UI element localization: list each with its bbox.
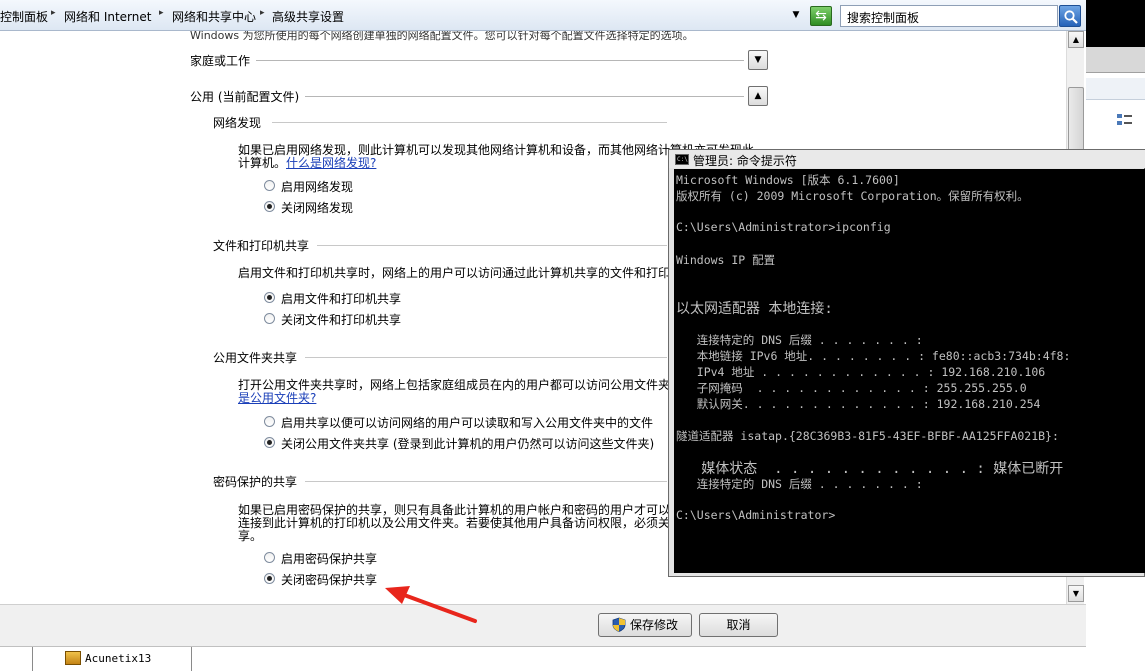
divider	[190, 60, 744, 61]
section-desc-public-folder-sharing: 打开公用文件夹共享时，网络上包括家庭组成员在内的用户都可以访问公用文件夹中的文件…	[238, 379, 730, 405]
cmd-icon: C:\	[675, 154, 689, 165]
console-line: 媒体状态 . . . . . . . . . . . . : 媒体已断开	[676, 461, 1064, 477]
uac-shield-icon	[612, 617, 626, 632]
radio-button[interactable]	[264, 416, 275, 427]
radio-label: 启用密码保护共享	[281, 552, 378, 566]
chevron-right-icon[interactable]: ▸	[159, 8, 164, 18]
chevron-right-icon[interactable]: ▸	[260, 8, 265, 18]
divider	[305, 357, 667, 358]
group-public[interactable]: 公用 (当前配置文件) ▲	[190, 86, 770, 107]
breadcrumb-network-sharing-center[interactable]: 网络和共享中心	[172, 8, 256, 25]
radio-label: 关闭密码保护共享	[281, 573, 378, 587]
view-options-icon[interactable]	[1116, 112, 1134, 128]
console-line: 隧道适配器 isatap.{28C369B3-81F5-43EF-BFBF-AA…	[676, 429, 1059, 443]
chevron-up-icon: ▲	[754, 91, 762, 101]
group-home-work[interactable]: 家庭或工作 ▼	[190, 50, 770, 71]
refresh-button[interactable]: ⇆	[810, 6, 832, 26]
console-line: IPv4 地址 . . . . . . . . . . . . : 192.16…	[676, 365, 1046, 379]
console-line: 本地链接 IPv6 地址. . . . . . . . : fe80::acb3…	[676, 349, 1071, 363]
breadcrumb-advanced-sharing[interactable]: 高级共享设置	[272, 8, 344, 25]
radio-button-checked[interactable]	[264, 573, 275, 584]
desc-line: 启用文件和打印机共享时，网络上的用户可以访问通过此计算机共享的文件和打印机。	[238, 266, 695, 280]
radio-button[interactable]	[264, 313, 275, 324]
what-is-public-folder-link[interactable]: 是公用文件夹?	[238, 391, 316, 405]
radio-button-checked[interactable]	[264, 201, 275, 212]
background-toolbar	[1086, 78, 1145, 100]
radio-label: 启用共享以便可以访问网络的用户可以读取和写入公用文件夹中的文件	[281, 416, 654, 430]
address-bar: 控制面板 ▸ 网络和 Internet ▸ 网络和共享中心 ▸ 高级共享设置 ▼…	[0, 0, 1086, 31]
desc-text: 计算机。	[238, 156, 287, 170]
scroll-down-button[interactable]: ▼	[1068, 585, 1084, 602]
console-line: Microsoft Windows [版本 6.1.7600]	[676, 173, 900, 187]
annotation-arrow-icon	[385, 586, 477, 623]
save-changes-button[interactable]: 保存修改	[598, 613, 692, 637]
search-input[interactable]: 搜索控制面板	[840, 5, 1058, 27]
group-title-public: 公用 (当前配置文件)	[190, 88, 306, 105]
background-toolbar	[1086, 47, 1145, 73]
section-title-public-folder-sharing: 公用文件夹共享	[213, 351, 298, 365]
taskbar-item-acunetix[interactable]: Acunetix13	[32, 647, 192, 671]
chevron-down-icon: ▼	[754, 55, 762, 65]
chevron-down-icon: ▼	[1072, 589, 1080, 598]
refresh-icon: ⇆	[815, 8, 827, 24]
console-line: 默认网关. . . . . . . . . . . . . : 192.168.…	[676, 397, 1041, 411]
command-prompt-window: C:\ 管理员: 命令提示符 Microsoft Windows [版本 6.1…	[668, 149, 1145, 577]
chevron-up-icon: ▲	[1072, 35, 1080, 44]
cmd-console[interactable]: Microsoft Windows [版本 6.1.7600] 版权所有 (c)…	[674, 169, 1145, 573]
console-line: 子网掩码 . . . . . . . . . . . . : 255.255.2…	[676, 381, 1027, 395]
radio-label: 关闭网络发现	[281, 201, 354, 215]
section-title-network-discovery: 网络发现	[213, 116, 262, 130]
radio-label: 启用文件和打印机共享	[281, 292, 402, 306]
cmd-title: 管理员: 命令提示符	[693, 154, 797, 168]
group-title-home-work: 家庭或工作	[190, 52, 257, 69]
background-dark-area	[1086, 0, 1145, 47]
divider	[305, 481, 667, 482]
console-line: C:\Users\Administrator>	[676, 508, 836, 522]
radio-button[interactable]	[264, 552, 275, 563]
radio-label: 关闭公用文件夹共享 (登录到此计算机的用户仍然可以访问这些文件夹)	[281, 437, 655, 451]
search-button[interactable]	[1059, 5, 1081, 27]
expand-button[interactable]: ▼	[748, 50, 768, 70]
console-line: 以太网适配器 本地连接:	[676, 301, 833, 317]
cancel-button[interactable]: 取消	[699, 613, 778, 637]
search-icon	[1064, 10, 1078, 24]
scroll-up-button[interactable]: ▲	[1068, 31, 1084, 48]
radio-button-checked[interactable]	[264, 292, 275, 303]
breadcrumb: 控制面板 ▸ 网络和 Internet ▸ 网络和共享中心 ▸ 高级共享设置	[0, 0, 806, 31]
taskbar: Acunetix13	[0, 646, 1086, 671]
radio-label: 启用网络发现	[281, 180, 354, 194]
collapse-button[interactable]: ▲	[748, 86, 768, 106]
divider	[317, 245, 667, 246]
radio-label: 关闭文件和打印机共享	[281, 313, 402, 327]
console-line: Windows IP 配置	[676, 253, 776, 267]
breadcrumb-control-panel[interactable]: 控制面板	[0, 8, 48, 25]
section-title-file-printer-sharing: 文件和打印机共享	[213, 239, 310, 253]
radio-button-checked[interactable]	[264, 437, 275, 448]
archive-icon	[65, 651, 81, 665]
console-line: C:\Users\Administrator>ipconfig	[676, 220, 891, 234]
console-line: 版权所有 (c) 2009 Microsoft Corporation。保留所有…	[676, 189, 1029, 203]
console-line: 连接特定的 DNS 后缀 . . . . . . . :	[676, 333, 923, 347]
address-dropdown-icon[interactable]: ▼	[789, 6, 803, 24]
chevron-right-icon[interactable]: ▸	[51, 8, 56, 18]
action-bar: 保存修改 取消	[0, 604, 1086, 646]
section-desc-file-printer-sharing: 启用文件和打印机共享时，网络上的用户可以访问通过此计算机共享的文件和打印机。	[238, 267, 694, 280]
desc-line: 是公用文件夹?	[238, 392, 730, 405]
what-is-network-discovery-link[interactable]: 什么是网络发现?	[286, 156, 376, 170]
cmd-title-bar[interactable]: C:\ 管理员: 命令提示符	[669, 150, 1145, 168]
console-line: 连接特定的 DNS 后缀 . . . . . . . :	[676, 477, 923, 491]
save-changes-label: 保存修改	[629, 618, 678, 632]
breadcrumb-network-internet[interactable]: 网络和 Internet	[64, 8, 151, 25]
radio-button[interactable]	[264, 180, 275, 191]
taskbar-item-label: Acunetix13	[85, 652, 152, 665]
section-title-password-sharing: 密码保护的共享	[213, 475, 298, 489]
intro-text: Windows 为您所使用的每个网络创建单独的网络配置文件。您可以针对每个配置文…	[190, 31, 694, 42]
divider	[272, 122, 667, 123]
